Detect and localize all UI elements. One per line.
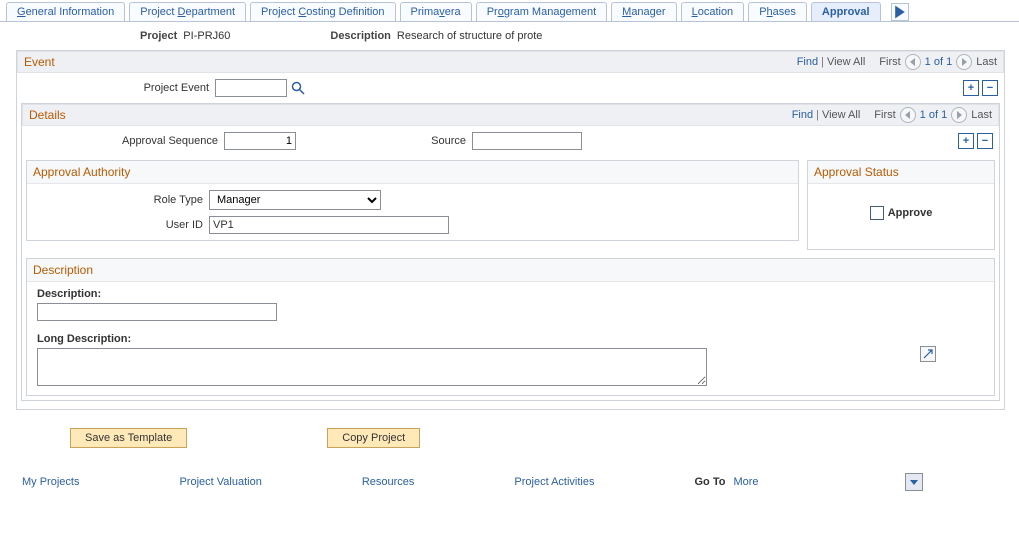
header-info: Project PI-PRJ60 Description Research of… [0,22,1019,50]
details-panel: Details Find | View All First 1 of 1 Las… [21,103,1000,401]
long-description-label: Long Description: [37,333,984,345]
long-description-expand-icon[interactable] [920,346,936,362]
details-delete-row-icon[interactable]: − [977,133,993,149]
project-event-input[interactable] [215,79,287,97]
tab-primavera[interactable]: Primavera [400,2,472,21]
project-event-lookup-icon[interactable] [291,81,305,95]
event-next-icon[interactable] [956,54,972,70]
footer-link-project-valuation[interactable]: Project Valuation [179,476,261,488]
details-next-icon[interactable] [951,107,967,123]
tab-project-costing-definition[interactable]: Project Costing Definition [250,2,396,21]
details-last[interactable]: Last [971,109,992,121]
approval-authority-title: Approval Authority [27,161,798,184]
role-type-label: Role Type [33,194,209,206]
event-add-row-icon[interactable]: + [963,80,979,96]
footer-link-project-activities[interactable]: Project Activities [514,476,594,488]
approve-checkbox[interactable] [870,206,884,220]
details-add-row-icon[interactable]: + [958,133,974,149]
event-panel: Event Find | View All First 1 of 1 Last … [16,50,1005,410]
goto-value[interactable]: More [733,476,758,488]
goto-label: Go To [695,476,726,488]
tab-scroll-right-icon[interactable] [891,3,909,21]
event-first[interactable]: First [879,56,900,68]
long-description-textarea[interactable] [37,348,707,386]
approval-status-box: Approval Status Approve [807,160,995,250]
footer-links: My Projects Project Valuation Resources … [0,458,1019,506]
details-panel-title: Details [29,108,66,122]
tab-program-management[interactable]: Program Management [476,2,607,21]
details-first[interactable]: First [874,109,895,121]
tab-phases[interactable]: Phases [748,2,807,21]
footer-link-my-projects[interactable]: My Projects [22,476,79,488]
tab-strip: General Information Project Department P… [0,0,1019,22]
details-pager[interactable]: 1 of 1 [920,109,948,121]
project-label: Project [140,30,177,42]
footer-link-resources[interactable]: Resources [362,476,415,488]
tab-general-information[interactable]: General Information [6,2,125,21]
tab-location[interactable]: Location [681,2,745,21]
details-find-link[interactable]: Find [792,109,813,121]
project-value: PI-PRJ60 [183,30,230,42]
source-label: Source [316,135,472,147]
approval-authority-box: Approval Authority Role Type Manager Use… [26,160,799,241]
description-box-title: Description [27,259,994,282]
event-panel-title: Event [24,55,55,69]
details-view-all[interactable]: View All [822,109,860,121]
user-id-label: User ID [33,219,209,231]
event-find-link[interactable]: Find [797,56,818,68]
details-prev-icon[interactable] [900,107,916,123]
source-input[interactable] [472,132,582,150]
description-box: Description Description: Long Descriptio… [26,258,995,396]
approval-sequence-label: Approval Sequence [28,135,224,147]
event-pager[interactable]: 1 of 1 [925,56,953,68]
event-last[interactable]: Last [976,56,997,68]
approval-sequence-input[interactable] [224,132,296,150]
event-delete-row-icon[interactable]: − [982,80,998,96]
user-id-input [209,216,449,234]
description-input[interactable] [37,303,277,321]
description-label: Description [330,30,391,42]
goto-dropdown-icon[interactable] [905,473,923,491]
approval-status-title: Approval Status [808,161,994,184]
description-value: Research of structure of prote [397,30,543,42]
event-view-all[interactable]: View All [827,56,865,68]
tab-project-department[interactable]: Project Department [129,2,246,21]
role-type-select[interactable]: Manager [209,190,381,210]
approve-label: Approve [888,207,933,219]
save-as-template-button[interactable]: Save as Template [70,428,187,448]
copy-project-button[interactable]: Copy Project [327,428,420,448]
project-event-label: Project Event [39,82,215,94]
description-label: Description: [37,288,984,300]
tab-approval[interactable]: Approval [811,2,881,21]
event-prev-icon[interactable] [905,54,921,70]
tab-manager[interactable]: Manager [611,2,676,21]
